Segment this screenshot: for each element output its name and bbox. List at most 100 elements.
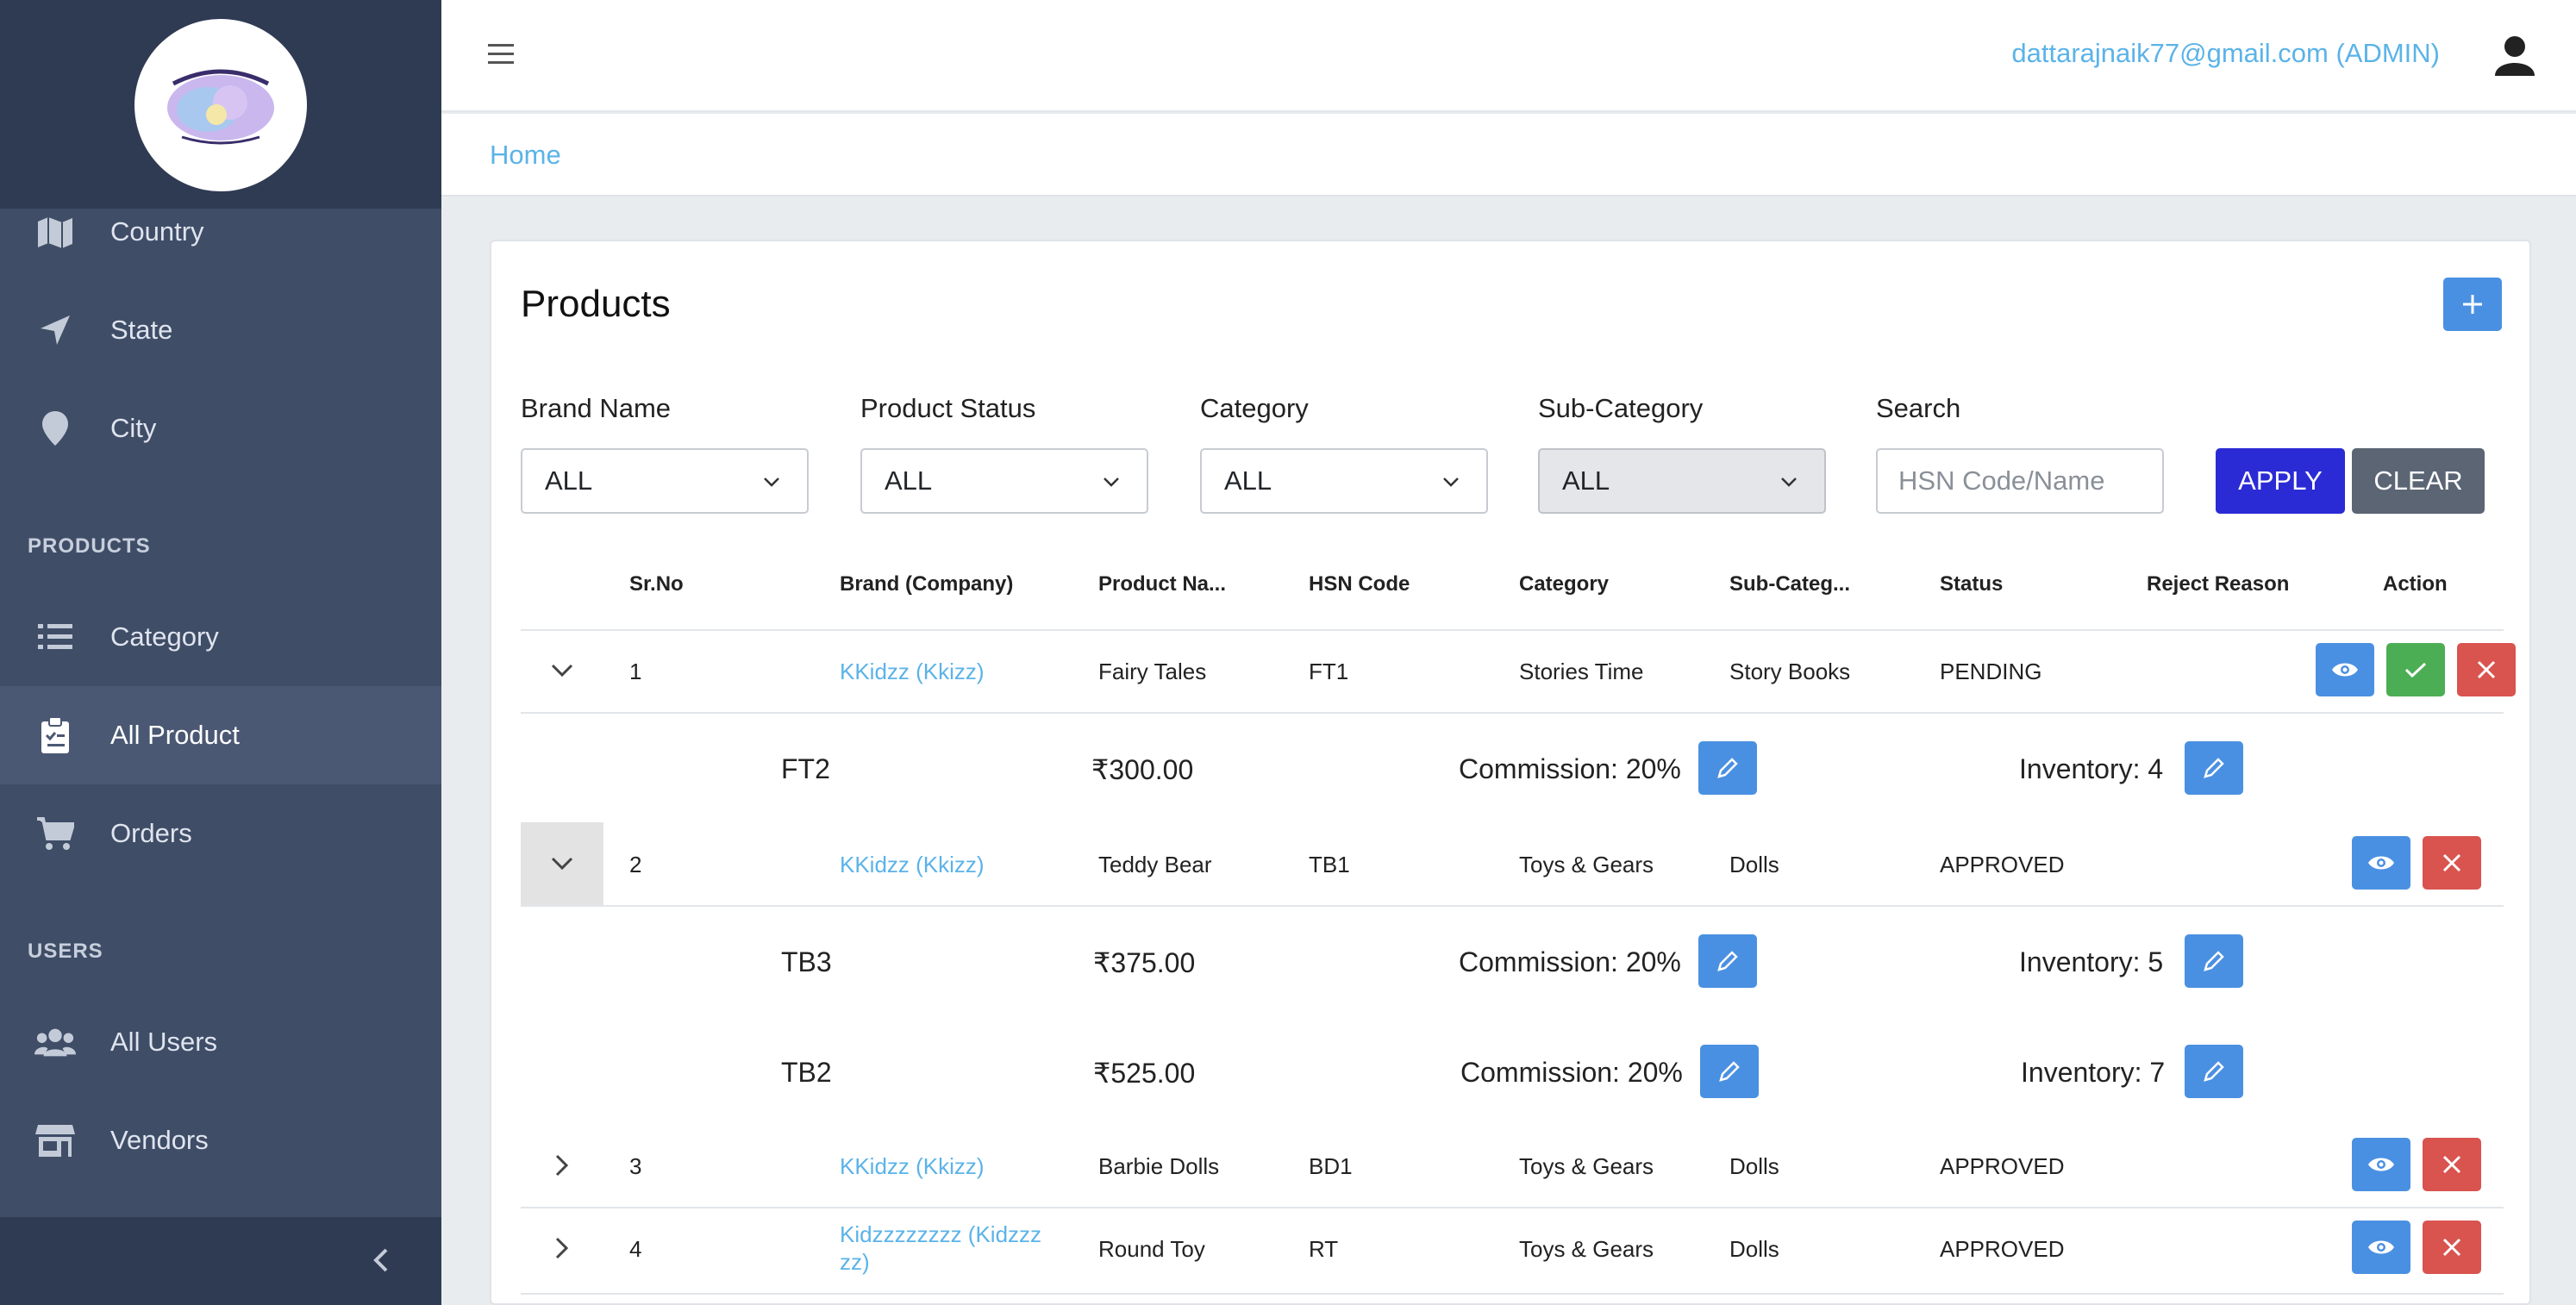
sidebar-item-category[interactable]: Category — [0, 588, 441, 686]
divider — [521, 629, 2504, 631]
menu-icon[interactable] — [486, 40, 516, 69]
sidebar-item-label: Orders — [110, 818, 192, 848]
view-button[interactable] — [2352, 836, 2410, 890]
row-expand-toggle[interactable] — [521, 1124, 603, 1207]
variant-inventory: Inventory: 7 — [2021, 1057, 2166, 1088]
pencil-icon — [1719, 1061, 1740, 1082]
view-button[interactable] — [2352, 1138, 2410, 1191]
cell-subcategory: Dolls — [1729, 1153, 1779, 1179]
column-header[interactable]: HSN Code — [1309, 572, 1410, 596]
category-filter-select[interactable]: ALL — [1200, 448, 1488, 514]
chevron-left-icon — [373, 1248, 388, 1272]
edit-commission-button[interactable] — [1700, 1045, 1759, 1098]
column-header[interactable]: Sr.No — [629, 572, 684, 596]
column-header[interactable]: Brand (Company) — [840, 572, 1013, 596]
sidebar-item-country[interactable]: Country — [0, 183, 441, 281]
brand-filter-select[interactable]: ALL — [521, 448, 809, 514]
cell-brand-link[interactable]: KKidzz (Kkizz) — [840, 1153, 985, 1180]
sidebar-brand — [0, 0, 441, 209]
row-expand-toggle[interactable] — [521, 822, 603, 905]
pencil-icon — [1717, 758, 1738, 778]
variant-price: ₹375.00 — [1093, 947, 1196, 978]
breadcrumb-home[interactable]: Home — [490, 140, 561, 171]
view-button[interactable] — [2316, 643, 2374, 696]
store-icon — [34, 1120, 76, 1161]
search-input[interactable] — [1876, 448, 2164, 514]
edit-commission-button[interactable] — [1698, 934, 1757, 988]
sidebar-item-city[interactable]: City — [0, 379, 441, 478]
subcategory-filter-select[interactable]: ALL — [1538, 448, 1826, 514]
sidebar-item-label: State — [110, 315, 173, 345]
map-icon — [34, 211, 76, 253]
approve-button[interactable] — [2386, 643, 2445, 696]
eye-icon — [2368, 1240, 2394, 1254]
status-filter-value: ALL — [885, 465, 933, 496]
row-expand-toggle[interactable] — [521, 629, 603, 712]
clipboard-icon — [34, 715, 76, 756]
brand-logo[interactable] — [134, 19, 307, 191]
status-filter-select[interactable]: ALL — [860, 448, 1148, 514]
column-header[interactable]: Reject Reason — [2147, 572, 2289, 596]
chevron-down-icon — [551, 857, 573, 871]
cell-subcategory: Story Books — [1729, 659, 1851, 684]
row-expand-toggle[interactable] — [521, 1207, 603, 1289]
apply-button[interactable]: APPLY — [2216, 448, 2345, 514]
reject-button[interactable] — [2423, 1138, 2481, 1191]
column-header[interactable]: Action — [2383, 572, 2448, 596]
user-email-link[interactable]: dattarajnaik77@gmail.com (ADMIN) — [2011, 38, 2440, 69]
chevron-down-icon — [1781, 478, 1797, 487]
pencil-icon — [2204, 951, 2224, 971]
column-header[interactable]: Sub-Categ... — [1729, 572, 1850, 596]
cell-brand-link[interactable]: KKidzz (Kkizz) — [840, 659, 985, 685]
divider — [521, 1293, 2504, 1295]
reject-button[interactable] — [2423, 836, 2481, 890]
reject-button[interactable] — [2457, 643, 2516, 696]
column-header[interactable]: Status — [1940, 572, 2003, 596]
column-header[interactable]: Product Na... — [1098, 572, 1226, 596]
pencil-icon — [2204, 1061, 2224, 1082]
variant-inventory: Inventory: 4 — [2019, 753, 2164, 784]
cell-brand-line: zz) — [840, 1249, 870, 1275]
sidebar-item-all-users[interactable]: All Users — [0, 993, 441, 1091]
variant-code: TB3 — [781, 946, 832, 977]
cell-hsn: FT1 — [1309, 659, 1349, 684]
cell-category: Toys & Gears — [1519, 852, 1654, 877]
chevron-down-icon — [551, 664, 573, 677]
cell-brand-link[interactable]: KKidzz (Kkizz) — [840, 852, 985, 878]
add-product-button[interactable] — [2443, 278, 2502, 331]
edit-inventory-button[interactable] — [2185, 741, 2243, 795]
chevron-down-icon — [1104, 478, 1119, 487]
search-label: Search — [1876, 393, 1961, 423]
cell-srno: 2 — [629, 852, 642, 877]
page-title: Products — [521, 283, 671, 325]
edit-inventory-button[interactable] — [2185, 934, 2243, 988]
sidebar-item-orders[interactable]: Orders — [0, 784, 441, 883]
logo-image — [167, 69, 274, 145]
chevron-right-icon — [555, 1154, 569, 1177]
view-button[interactable] — [2352, 1221, 2410, 1274]
user-avatar-icon[interactable] — [2492, 33, 2538, 79]
cell-status: APPROVED — [1940, 852, 2065, 877]
column-header[interactable]: Category — [1519, 572, 1609, 596]
sidebar-item-all-product[interactable]: All Product — [0, 686, 441, 784]
chevron-right-icon — [555, 1237, 569, 1259]
cell-srno: 4 — [629, 1236, 642, 1262]
cell-category: Stories Time — [1519, 659, 1644, 684]
cell-srno: 1 — [629, 659, 642, 684]
variant-code: FT2 — [781, 753, 830, 784]
eye-icon — [2368, 1158, 2394, 1171]
sidebar-item-state[interactable]: State — [0, 281, 441, 379]
users-icon — [34, 1021, 76, 1063]
cell-brand-link[interactable]: Kidzzzzzzzz (Kidzzz zz) — [840, 1221, 1041, 1276]
edit-inventory-button[interactable] — [2185, 1045, 2243, 1098]
clear-button[interactable]: CLEAR — [2352, 448, 2485, 514]
sidebar-item-vendors[interactable]: Vendors — [0, 1091, 441, 1189]
sidebar-item-label: All Product — [110, 720, 240, 750]
close-icon — [2442, 1238, 2461, 1257]
reject-button[interactable] — [2423, 1221, 2481, 1274]
edit-commission-button[interactable] — [1698, 741, 1757, 795]
collapse-sidebar-button[interactable] — [366, 1245, 397, 1276]
pencil-icon — [2204, 758, 2224, 778]
category-filter-label: Category — [1200, 393, 1309, 423]
cell-product: Teddy Bear — [1098, 852, 1212, 877]
